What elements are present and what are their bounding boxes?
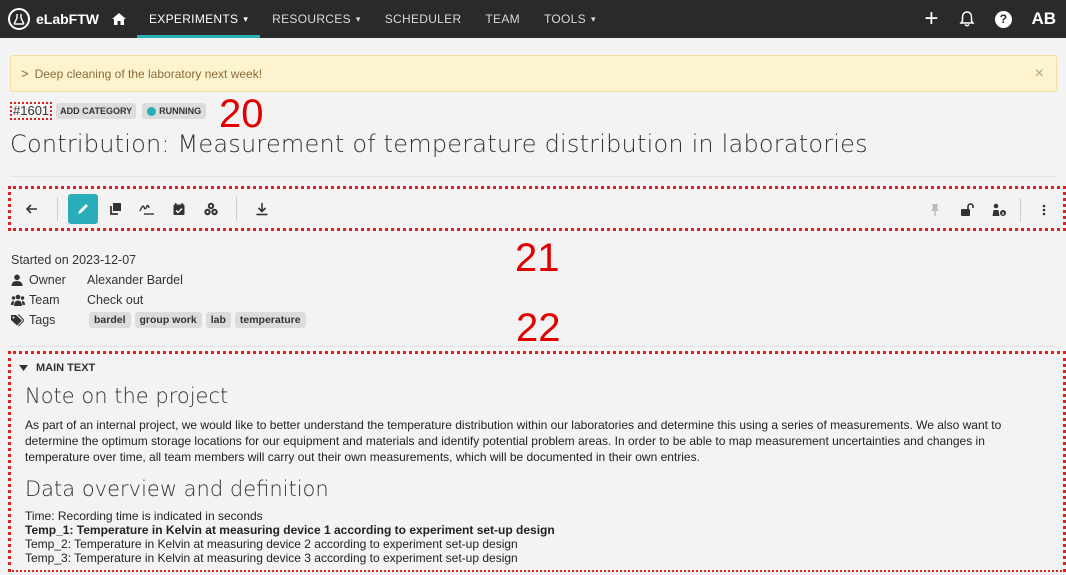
- users-icon: [11, 294, 25, 306]
- annotation-21: 21: [515, 236, 560, 280]
- chevron-down-icon: ▾: [590, 13, 596, 24]
- duplicate-button[interactable]: [100, 194, 130, 224]
- divider: [10, 346, 1057, 347]
- nav-scheduler[interactable]: SCHEDULER: [373, 0, 474, 38]
- alert-text: Deep cleaning of the laboratory next wee…: [34, 66, 263, 81]
- unlock-icon: [961, 203, 974, 216]
- calendar-check-icon: [173, 202, 185, 215]
- tag[interactable]: group work: [134, 312, 202, 328]
- request-action-button[interactable]: [984, 195, 1014, 225]
- cubes-icon: [204, 202, 218, 215]
- status-badge[interactable]: RUNNING: [142, 103, 207, 119]
- signature-icon: [139, 204, 154, 215]
- home-icon[interactable]: [111, 11, 127, 27]
- tags-label: Tags: [29, 313, 56, 327]
- chevron-down-icon: ▾: [355, 13, 361, 24]
- page-title: Contribution: Measurement of temperature…: [10, 130, 868, 158]
- experiment-meta-row: #1601 ADD CATEGORY RUNNING: [10, 101, 207, 121]
- annotation-22: 22: [516, 306, 561, 350]
- team-label: Team: [29, 293, 60, 307]
- main-text-section: MAIN TEXT Note on the project As part of…: [8, 351, 1066, 572]
- section-heading: Data overview and definition: [25, 477, 329, 501]
- definition-line: Temp_2: Temperature in Kelvin at measuri…: [25, 537, 518, 551]
- pencil-icon: [78, 203, 88, 214]
- chevron-right-icon[interactable]: >: [21, 66, 29, 81]
- duplicate-icon: [110, 202, 121, 215]
- help-icon: ?: [994, 10, 1012, 28]
- team-name: Check out: [87, 293, 144, 307]
- ellipsis-vertical-icon: [1042, 204, 1046, 216]
- brand[interactable]: eLabFTW: [8, 0, 99, 38]
- section-heading: Note on the project: [25, 384, 229, 408]
- signature-button[interactable]: [132, 194, 162, 224]
- arrow-left-icon: [25, 203, 37, 214]
- status-dot-icon: [147, 106, 157, 116]
- user-avatar[interactable]: AB: [1031, 9, 1056, 29]
- tags-icon: [11, 314, 25, 326]
- bloxberg-button[interactable]: [196, 194, 226, 224]
- user-icon: [11, 274, 25, 286]
- nav-experiments[interactable]: EXPERIMENTS ▾: [137, 0, 261, 38]
- divider: [10, 176, 1057, 177]
- brand-name: eLabFTW: [36, 11, 99, 27]
- data-definitions: Time: Recording time is indicated in sec…: [25, 509, 1049, 565]
- tag[interactable]: temperature: [234, 312, 306, 328]
- tag[interactable]: lab: [205, 312, 231, 328]
- chevron-down-icon: ▾: [243, 13, 249, 24]
- close-icon[interactable]: ×: [1035, 65, 1044, 83]
- back-button[interactable]: [17, 194, 47, 224]
- nav-team[interactable]: TEAM: [473, 0, 532, 38]
- tag[interactable]: bardel: [89, 312, 131, 328]
- top-navbar: eLabFTW EXPERIMENTS ▾ RESOURCES ▾ SCHEDULE…: [0, 0, 1066, 38]
- entity-toolbar: [8, 186, 1066, 231]
- edit-button[interactable]: [68, 193, 98, 224]
- timestamp-button[interactable]: [164, 194, 194, 224]
- definition-line: Temp_3: Temperature in Kelvin at measuri…: [25, 551, 518, 565]
- definition-line: Time: Recording time is indicated in sec…: [25, 509, 263, 523]
- add-category-button[interactable]: ADD CATEGORY: [56, 103, 137, 119]
- divider: [1020, 198, 1021, 222]
- experiment-info: Started on 2023-12-07 Owner Alexander Ba…: [11, 250, 310, 330]
- help-button[interactable]: ?: [985, 0, 1021, 38]
- divider: [236, 196, 237, 221]
- started-date: Started on 2023-12-07: [11, 253, 137, 267]
- main-text-toggle[interactable]: MAIN TEXT: [19, 362, 1063, 374]
- pin-button[interactable]: [920, 195, 950, 225]
- user-info-icon: [992, 203, 1006, 216]
- owner-name: Alexander Bardel: [87, 273, 183, 287]
- create-button[interactable]: +: [913, 0, 949, 38]
- divider: [57, 196, 58, 221]
- lock-button[interactable]: [952, 195, 982, 225]
- annotation-20: 20: [219, 92, 264, 136]
- bell-icon: [959, 11, 975, 27]
- more-options-button[interactable]: [1029, 195, 1059, 225]
- notifications-button[interactable]: [949, 0, 985, 38]
- project-paragraph: As part of an internal project, we would…: [25, 418, 1002, 464]
- definition-line: Temp_1: Temperature in Kelvin at measuri…: [25, 523, 555, 537]
- download-icon: [256, 202, 268, 215]
- plus-icon: +: [924, 5, 939, 32]
- status-label: RUNNING: [159, 106, 202, 116]
- pin-icon: [931, 204, 939, 216]
- elabftw-logo-icon: [8, 8, 30, 30]
- owner-label: Owner: [29, 273, 66, 287]
- announcement-alert: > Deep cleaning of the laboratory next w…: [10, 55, 1057, 92]
- nav-resources[interactable]: RESOURCES ▾: [260, 0, 373, 38]
- main-text-header: MAIN TEXT: [36, 362, 96, 374]
- export-button[interactable]: [247, 194, 277, 224]
- experiment-id: #1601: [10, 102, 53, 120]
- caret-down-icon: [19, 365, 28, 371]
- nav-tools[interactable]: TOOLS ▾: [532, 0, 608, 38]
